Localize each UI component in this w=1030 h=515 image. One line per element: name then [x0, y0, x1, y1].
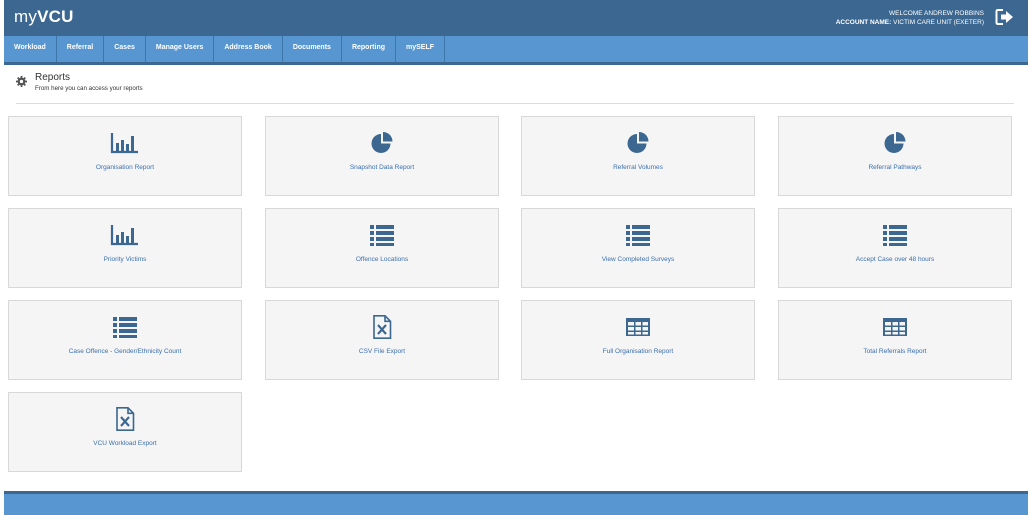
list-icon	[883, 225, 907, 246]
list-icon	[370, 225, 394, 246]
logo-prefix: my	[14, 7, 38, 26]
bar-chart-icon	[110, 225, 138, 246]
nav-address-book[interactable]: Address Book	[214, 36, 283, 62]
report-tile-offence-locations[interactable]: Offence Locations	[265, 208, 499, 288]
header-bar: myVCU WELCOME ANDREW ROBBINS ACCOUNT NAM…	[4, 0, 1028, 36]
report-tile-referral-pathways[interactable]: Referral Pathways	[778, 116, 1012, 196]
nav-workload[interactable]: Workload	[4, 36, 57, 62]
report-label: Referral Volumes	[613, 164, 663, 171]
report-label: Priority Victims	[103, 256, 147, 263]
pie-chart-icon	[884, 132, 906, 153]
nav-referral[interactable]: Referral	[57, 36, 105, 62]
app-logo[interactable]: myVCU	[14, 7, 74, 27]
report-label: VCU Workload Export	[93, 440, 157, 447]
account-line: ACCOUNT NAME: VICTIM CARE UNIT (EXETER)	[836, 18, 984, 27]
report-label: Full Organisation Report	[602, 348, 674, 355]
header-divider	[16, 103, 1014, 104]
table-icon	[626, 318, 650, 336]
report-tile-csv-file-export[interactable]: CSV File Export	[265, 300, 499, 380]
list-icon	[626, 225, 650, 246]
report-label: Total Referrals Report	[863, 348, 927, 355]
excel-file-icon	[116, 407, 135, 431]
user-info: WELCOME ANDREW ROBBINS ACCOUNT NAME: VIC…	[836, 9, 984, 27]
report-label: CSV File Export	[358, 348, 406, 355]
page-title: Reports	[35, 72, 71, 83]
nav-reporting[interactable]: Reporting	[342, 36, 396, 62]
report-tile-referral-volumes[interactable]: Referral Volumes	[521, 116, 755, 196]
excel-file-icon	[373, 315, 392, 339]
nav-cases[interactable]: Cases	[104, 36, 146, 62]
report-label: Case Offence - Gender/Ethnicity Count	[68, 348, 182, 355]
pie-chart-icon	[371, 132, 393, 153]
account-name: VICTIM CARE UNIT (EXETER)	[893, 19, 984, 26]
report-label: Snapshot Data Report	[349, 164, 415, 171]
logout-icon[interactable]	[995, 8, 1015, 26]
app-frame: myVCU WELCOME ANDREW ROBBINS ACCOUNT NAM…	[4, 0, 1028, 515]
nav-myself[interactable]: mySELF	[396, 36, 446, 62]
report-tile-snapshot-data[interactable]: Snapshot Data Report	[265, 116, 499, 196]
main-nav: Workload Referral Cases Manage Users Add…	[4, 36, 1028, 65]
report-tile-view-completed-surveys[interactable]: View Completed Surveys	[521, 208, 755, 288]
bar-chart-icon	[110, 133, 138, 154]
report-tile-full-organisation-report[interactable]: Full Organisation Report	[521, 300, 755, 380]
report-label: Offence Locations	[355, 256, 409, 263]
list-icon	[113, 317, 137, 338]
report-tile-organisation-report[interactable]: Organisation Report	[8, 116, 242, 196]
logo-suffix: VCU	[37, 7, 74, 26]
welcome-text: WELCOME ANDREW ROBBINS	[889, 10, 984, 17]
account-label: ACCOUNT NAME:	[835, 19, 892, 26]
report-label: View Completed Surveys	[601, 256, 675, 263]
nav-documents[interactable]: Documents	[283, 36, 342, 62]
report-tile-vcu-workload-export[interactable]: VCU Workload Export	[8, 392, 242, 472]
report-label: Organisation Report	[95, 164, 155, 171]
pie-chart-icon	[627, 132, 649, 153]
table-icon	[883, 318, 907, 336]
report-tile-accept-case-48-hours[interactable]: Accept Case over 48 hours	[778, 208, 1012, 288]
page-subtitle: From here you can access your reports	[35, 85, 143, 92]
report-label: Referral Pathways	[868, 164, 922, 171]
report-label: Accept Case over 48 hours	[855, 256, 935, 263]
gear-icon	[16, 76, 27, 87]
report-tile-case-offence-gender-ethnicity[interactable]: Case Offence - Gender/Ethnicity Count	[8, 300, 242, 380]
nav-manage-users[interactable]: Manage Users	[146, 36, 215, 62]
report-tile-total-referrals-report[interactable]: Total Referrals Report	[778, 300, 1012, 380]
footer-bar	[4, 491, 1028, 515]
report-tile-priority-victims[interactable]: Priority Victims	[8, 208, 242, 288]
